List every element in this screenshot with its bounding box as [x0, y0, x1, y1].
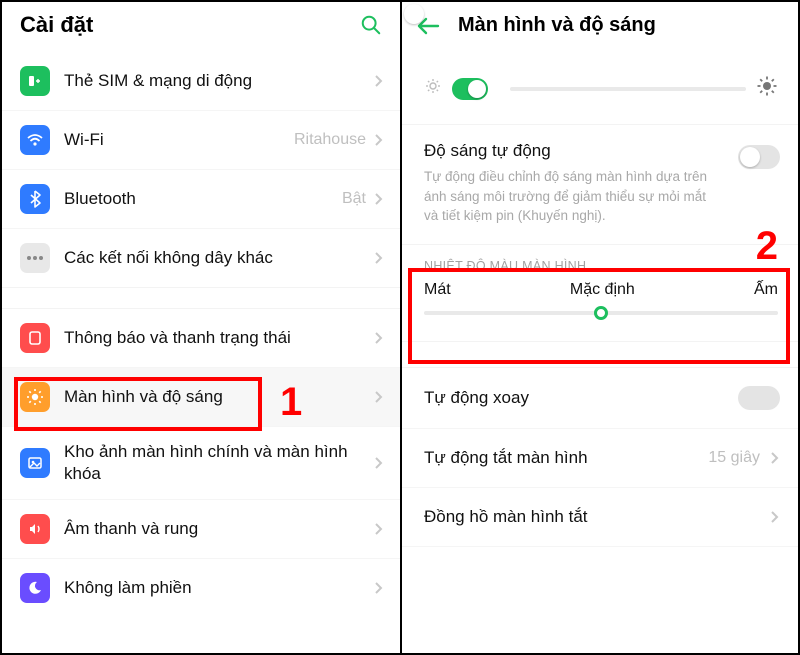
color-temp-slider[interactable]: [424, 311, 778, 315]
brightness-slider-row: [402, 53, 798, 125]
brightness-low-icon: [424, 77, 442, 100]
display-header: Màn hình và độ sáng: [402, 2, 798, 53]
row-sound[interactable]: Âm thanh và rung: [2, 500, 400, 559]
chevron-right-icon: [374, 192, 384, 206]
row-auto-rotate[interactable]: Tự động xoay: [402, 368, 798, 429]
row-off-clock[interactable]: Đồng hồ màn hình tắt: [402, 488, 798, 547]
settings-list-2: Thông báo và thanh trạng thái Màn hình v…: [2, 309, 400, 617]
settings-pane: Cài đặt Thẻ SIM & mạng di động Wi-Fi Rit…: [2, 2, 402, 653]
chevron-right-icon: [770, 451, 780, 465]
bluetooth-icon: [20, 184, 50, 214]
row-screen-timeout[interactable]: Tự động tắt màn hình 15 giây: [402, 429, 798, 488]
temp-cool-label: Mát: [424, 281, 451, 299]
row-display-brightness[interactable]: Màn hình và độ sáng: [2, 368, 400, 427]
chevron-right-icon: [374, 251, 384, 265]
row-label: Đồng hồ màn hình tắt: [424, 506, 770, 528]
display-pane: Màn hình và độ sáng Độ sáng tự động Tự đ…: [402, 2, 798, 653]
more-icon: [20, 243, 50, 273]
temp-default-label: Mặc định: [570, 281, 635, 299]
chevron-right-icon: [374, 331, 384, 345]
row-label: Tự động tắt màn hình: [424, 447, 708, 469]
color-temp-row: Mát Mặc định Ấm: [402, 281, 798, 342]
chevron-right-icon: [374, 74, 384, 88]
color-temp-heading: NHIỆT ĐỘ MÀU MÀN HÌNH: [402, 245, 798, 281]
brightness-high-icon: [756, 75, 778, 102]
row-value: 15 giây: [708, 449, 760, 467]
notification-icon: [20, 323, 50, 353]
row-sim[interactable]: Thẻ SIM & mạng di động: [2, 52, 400, 111]
row-dnd[interactable]: Không làm phiền: [2, 559, 400, 617]
brightness-slider[interactable]: [510, 87, 746, 91]
settings-list-1: Thẻ SIM & mạng di động Wi-Fi Ritahouse B…: [2, 52, 400, 287]
auto-brightness-title: Độ sáng tự động: [424, 141, 778, 161]
row-wallpaper[interactable]: Kho ảnh màn hình chính và màn hình khóa: [2, 427, 400, 500]
auto-rotate-toggle[interactable]: [738, 386, 780, 410]
row-label: Bluetooth: [64, 188, 342, 210]
row-bluetooth[interactable]: Bluetooth Bật: [2, 170, 400, 229]
temp-warm-label: Ấm: [754, 281, 778, 299]
display-title: Màn hình và độ sáng: [458, 14, 656, 37]
brightness-icon: [20, 382, 50, 412]
row-label: Kho ảnh màn hình chính và màn hình khóa: [64, 441, 374, 485]
auto-brightness-desc: Tự động điều chỉnh độ sáng màn hình dựa …: [424, 167, 778, 226]
row-label: Thông báo và thanh trạng thái: [64, 327, 374, 349]
sound-icon: [20, 514, 50, 544]
row-wifi[interactable]: Wi-Fi Ritahouse: [2, 111, 400, 170]
chevron-right-icon: [374, 456, 384, 470]
row-label: Không làm phiền: [64, 577, 374, 599]
chevron-right-icon: [770, 510, 780, 524]
row-notifications[interactable]: Thông báo và thanh trạng thái: [2, 309, 400, 368]
sim-icon: [20, 66, 50, 96]
row-label: Màn hình và độ sáng: [64, 386, 374, 408]
gallery-icon: [20, 448, 50, 478]
row-value: Bật: [342, 190, 366, 208]
row-other-wireless[interactable]: Các kết nối không dây khác: [2, 229, 400, 287]
section-gap: [402, 342, 798, 368]
moon-icon: [20, 573, 50, 603]
slider-knob-icon[interactable]: [594, 306, 608, 320]
row-value: Ritahouse: [294, 131, 366, 149]
chevron-right-icon: [374, 581, 384, 595]
row-label: Wi-Fi: [64, 129, 294, 151]
settings-title: Cài đặt: [20, 12, 93, 38]
wifi-icon: [20, 125, 50, 155]
auto-brightness-block: Độ sáng tự động Tự động điều chỉnh độ sá…: [402, 125, 798, 245]
chevron-right-icon: [374, 522, 384, 536]
settings-header: Cài đặt: [2, 2, 400, 52]
chevron-right-icon: [374, 133, 384, 147]
row-label: Các kết nối không dây khác: [64, 247, 374, 269]
auto-brightness-toggle[interactable]: [738, 145, 780, 169]
chevron-right-icon: [374, 390, 384, 404]
list-separator: [2, 287, 400, 309]
search-icon[interactable]: [360, 14, 382, 36]
row-label: Thẻ SIM & mạng di động: [64, 70, 374, 92]
row-label: Tự động xoay: [424, 387, 738, 409]
row-label: Âm thanh và rung: [64, 518, 374, 540]
brightness-toggle[interactable]: [452, 78, 488, 100]
